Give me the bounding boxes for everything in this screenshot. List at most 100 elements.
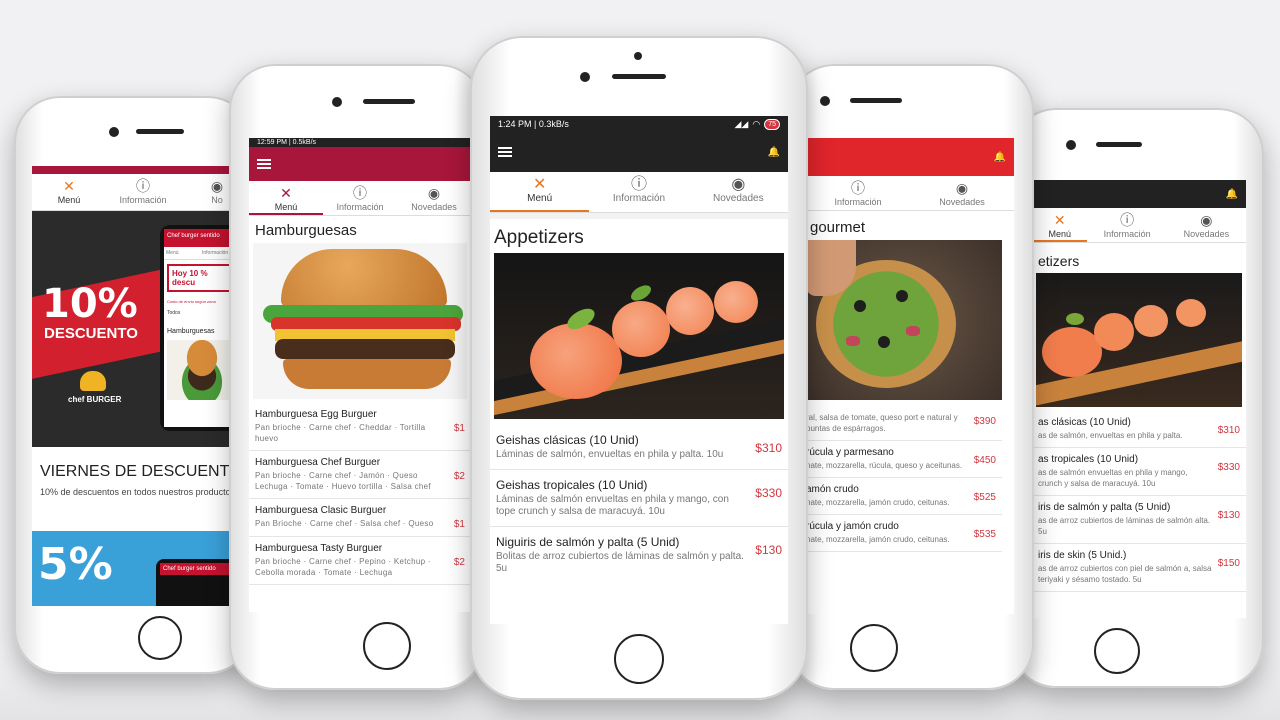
- status-icons: ◢◢ ◠ 75: [734, 116, 780, 132]
- tab-news[interactable]: ◉ Novedades: [689, 172, 788, 212]
- sushi-image: [1036, 273, 1242, 407]
- fork-knife-icon: ✕: [532, 176, 547, 193]
- logo-text: chef BURGER: [68, 395, 122, 404]
- list-item[interactable]: Geishas tropicales (10 Unid) Láminas de s…: [490, 470, 788, 527]
- front-camera: [634, 52, 642, 60]
- menu-list: Hamburguesa Egg Burguer Pan brioche · Car…: [249, 403, 471, 585]
- list-item[interactable]: rúcula y jamón crudo nate, mozzarella, ja…: [806, 515, 1002, 552]
- speaker: [1096, 142, 1142, 147]
- tab-info[interactable]: ⓘ Información: [106, 174, 180, 210]
- tab-menu[interactable]: ✕ Menú: [1032, 208, 1088, 242]
- fork-knife-icon: ✕: [63, 178, 75, 194]
- speaker: [850, 98, 902, 103]
- info-icon: ⓘ: [1120, 212, 1135, 228]
- wifi-icon: ◠: [752, 119, 761, 129]
- app-bar: 🔔: [806, 138, 1014, 176]
- list-item[interactable]: Hamburguesa Tasty Burguer Pan brioche · C…: [249, 537, 471, 585]
- home-button[interactable]: [1094, 628, 1140, 674]
- chef-burger-logo: [80, 371, 106, 391]
- phone-1-screen: ✕ Menú ⓘ Información ◉ No 10% DESCUENTO che…: [32, 166, 254, 606]
- phone-3-screen: 1:24 PM | 0.3kB/s ◢◢ ◠ 75 🔔 ✕ Menú ⓘ Infor…: [490, 116, 788, 624]
- front-camera: [1066, 140, 1076, 150]
- list-item[interactable]: Geishas clásicas (10 Unid) Láminas de sal…: [490, 425, 788, 470]
- phone-3: 1:24 PM | 0.3kB/s ◢◢ ◠ 75 🔔 ✕ Menú ⓘ Infor…: [470, 36, 808, 700]
- tab-bar: ✕ Menú ⓘ Información ◉ Novedades: [1032, 208, 1246, 243]
- home-button[interactable]: [614, 634, 664, 684]
- menu-list: Geishas clásicas (10 Unid) Láminas de sal…: [490, 425, 788, 583]
- list-item[interactable]: ral, salsa de tomate, queso port e natur…: [806, 404, 1002, 441]
- promo-word: DESCUENTO: [44, 325, 138, 342]
- list-item[interactable]: as clásicas (10 Unid) as de salmón, envue…: [1032, 411, 1246, 448]
- promo-banner[interactable]: 10% DESCUENTO chef BURGER Chef burger se…: [32, 211, 254, 447]
- phone-4-screen: 🔔 ⓘ Información ◉ Novedades gourmet ral, s…: [806, 138, 1014, 614]
- bell-icon[interactable]: 🔔: [994, 152, 1006, 163]
- mini-burger-image: [167, 340, 237, 400]
- section-title: gourmet: [810, 219, 866, 236]
- home-button[interactable]: [850, 624, 898, 672]
- tab-menu[interactable]: ✕ Menú: [490, 172, 590, 212]
- list-item[interactable]: Hamburguesa Chef Burguer Pan brioche · Ca…: [249, 451, 471, 499]
- fork-knife-icon: ✕: [1053, 212, 1066, 228]
- list-item[interactable]: rúcula y parmesano nate, mozzarella, rúcu…: [806, 441, 1002, 478]
- eye-icon: ◉: [955, 180, 969, 196]
- list-item[interactable]: iris de skin (5 Unid.) as de arroz cubier…: [1032, 544, 1246, 592]
- tab-news[interactable]: ◉ Novedades: [910, 176, 1014, 210]
- list-item[interactable]: amón crudo nate, mozzarella, jamón crudo,…: [806, 478, 1002, 515]
- front-camera: [332, 97, 342, 107]
- tab-menu[interactable]: ✕ Menú: [32, 174, 106, 210]
- phone-2-screen: 12:59 PM | 0.5kB/s ✕ Menú ⓘ Información ◉ N…: [249, 138, 471, 612]
- phone-5: 🔔 ✕ Menú ⓘ Información ◉ Novedades etizers …: [1010, 108, 1264, 688]
- battery-icon: 75: [764, 118, 780, 130]
- promo-banner-2[interactable]: 5% Chef burger sentido: [32, 531, 254, 606]
- mini-promo: Hoy 10 % descu: [167, 264, 237, 292]
- speaker: [136, 129, 184, 134]
- home-button[interactable]: [138, 616, 182, 660]
- tab-info[interactable]: ⓘ Información: [323, 181, 397, 215]
- hamburger-menu-icon[interactable]: [257, 163, 271, 165]
- list-item[interactable]: Niguiris de salmón y palta (5 Unid) Bolit…: [490, 527, 788, 583]
- pizza-image: [806, 240, 1002, 400]
- front-camera: [820, 96, 830, 106]
- mini-phone: Chef burger sentido Menú Información Hoy…: [160, 225, 240, 431]
- list-item[interactable]: Hamburguesa Clasic Burguer Pan Brioche · …: [249, 499, 471, 537]
- section-title: Appetizers: [494, 227, 584, 248]
- list-item[interactable]: Hamburguesa Egg Burguer Pan brioche · Car…: [249, 403, 471, 451]
- home-button[interactable]: [363, 622, 411, 670]
- promo2-percent: 5%: [38, 539, 113, 590]
- list-item[interactable]: as tropicales (10 Unid) as de salmón envu…: [1032, 448, 1246, 496]
- app-bar: [249, 147, 471, 181]
- status-bar: 12:59 PM | 0.5kB/s: [249, 138, 471, 147]
- front-camera: [109, 127, 119, 137]
- promo-percent: 10%: [42, 281, 138, 327]
- phone-2: 12:59 PM | 0.5kB/s ✕ Menú ⓘ Información ◉ N…: [229, 64, 485, 690]
- front-camera-2: [580, 72, 590, 82]
- menu-list: as clásicas (10 Unid) as de salmón, envue…: [1032, 411, 1246, 592]
- signal-icon: ◢◢: [734, 119, 749, 129]
- tab-news[interactable]: ◉ Novedades: [397, 181, 471, 215]
- hamburger-menu-icon[interactable]: [498, 151, 512, 153]
- tab-info[interactable]: ⓘ Información: [806, 176, 910, 210]
- phone-1: ✕ Menú ⓘ Información ◉ No 10% DESCUENTO che…: [14, 96, 254, 674]
- bell-icon[interactable]: 🔔: [768, 147, 780, 158]
- tab-info[interactable]: ⓘ Información: [1087, 208, 1166, 242]
- eye-icon: ◉: [427, 185, 441, 201]
- speaker: [363, 99, 415, 104]
- list-item[interactable]: iris de salmón y palta (5 Unid) as de arr…: [1032, 496, 1246, 544]
- tab-info[interactable]: ⓘ Información: [589, 172, 688, 212]
- sushi-image: [494, 253, 784, 419]
- phone-5-screen: 🔔 ✕ Menú ⓘ Información ◉ Novedades etizers …: [1032, 180, 1246, 618]
- eye-icon: ◉: [1200, 212, 1213, 228]
- phone-4: 🔔 ⓘ Información ◉ Novedades gourmet ral, s…: [788, 64, 1034, 690]
- info-icon: ⓘ: [353, 185, 367, 201]
- tab-news[interactable]: ◉ Novedades: [1167, 208, 1246, 242]
- section-title: Hamburguesas: [255, 222, 357, 239]
- menu-list: ral, salsa de tomate, queso port e natur…: [806, 404, 1014, 552]
- promo-subline: 10% de descuentos en todos nuestros prod…: [40, 487, 236, 497]
- info-icon: ⓘ: [851, 180, 865, 196]
- promo-headline: VIERNES DE DESCUENTOS: [40, 463, 253, 480]
- app-bar: 🔔: [490, 132, 788, 172]
- status-bar: 1:24 PM | 0.3kB/s ◢◢ ◠ 75: [490, 116, 788, 132]
- tab-menu[interactable]: ✕ Menú: [249, 181, 323, 215]
- tab-bar: ✕ Menú ⓘ Información ◉ Novedades: [490, 172, 788, 213]
- bell-icon[interactable]: 🔔: [1226, 189, 1238, 200]
